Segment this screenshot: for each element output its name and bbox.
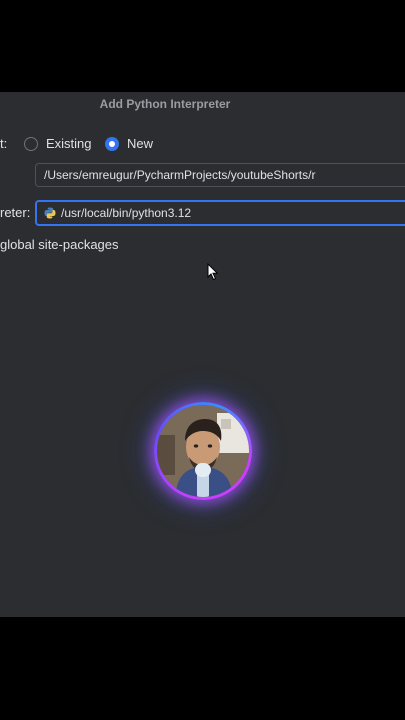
location-value: /Users/emreugur/PycharmProjects/youtubeS… [44,168,316,182]
existing-radio[interactable]: Existing [24,136,92,151]
python-icon [44,207,56,219]
avatar [157,405,249,497]
presenter-webcam-avatar [154,402,252,500]
existing-radio-circle[interactable] [24,136,38,151]
mouse-cursor-icon [207,263,219,281]
base-interpreter-label: reter: [0,205,31,220]
location-field[interactable]: /Users/emreugur/PycharmProjects/youtubeS… [35,163,405,187]
new-radio-label: New [127,136,154,151]
dialog-title: Add Python Interpreter [99,97,231,111]
existing-radio-label: Existing [46,136,92,151]
new-radio[interactable]: New [105,136,153,151]
presenter-face-image [157,405,249,497]
new-radio-circle[interactable] [105,136,119,151]
inherit-global-packages-label: global site-packages [0,237,119,252]
add-python-interpreter-dialog: Add Python Interpreter t: Existing New /… [0,92,405,617]
base-interpreter-value: /usr/local/bin/python3.12 [61,206,192,220]
environment-label: t: [0,136,8,151]
base-interpreter-field[interactable]: /usr/local/bin/python3.12 [35,200,405,226]
